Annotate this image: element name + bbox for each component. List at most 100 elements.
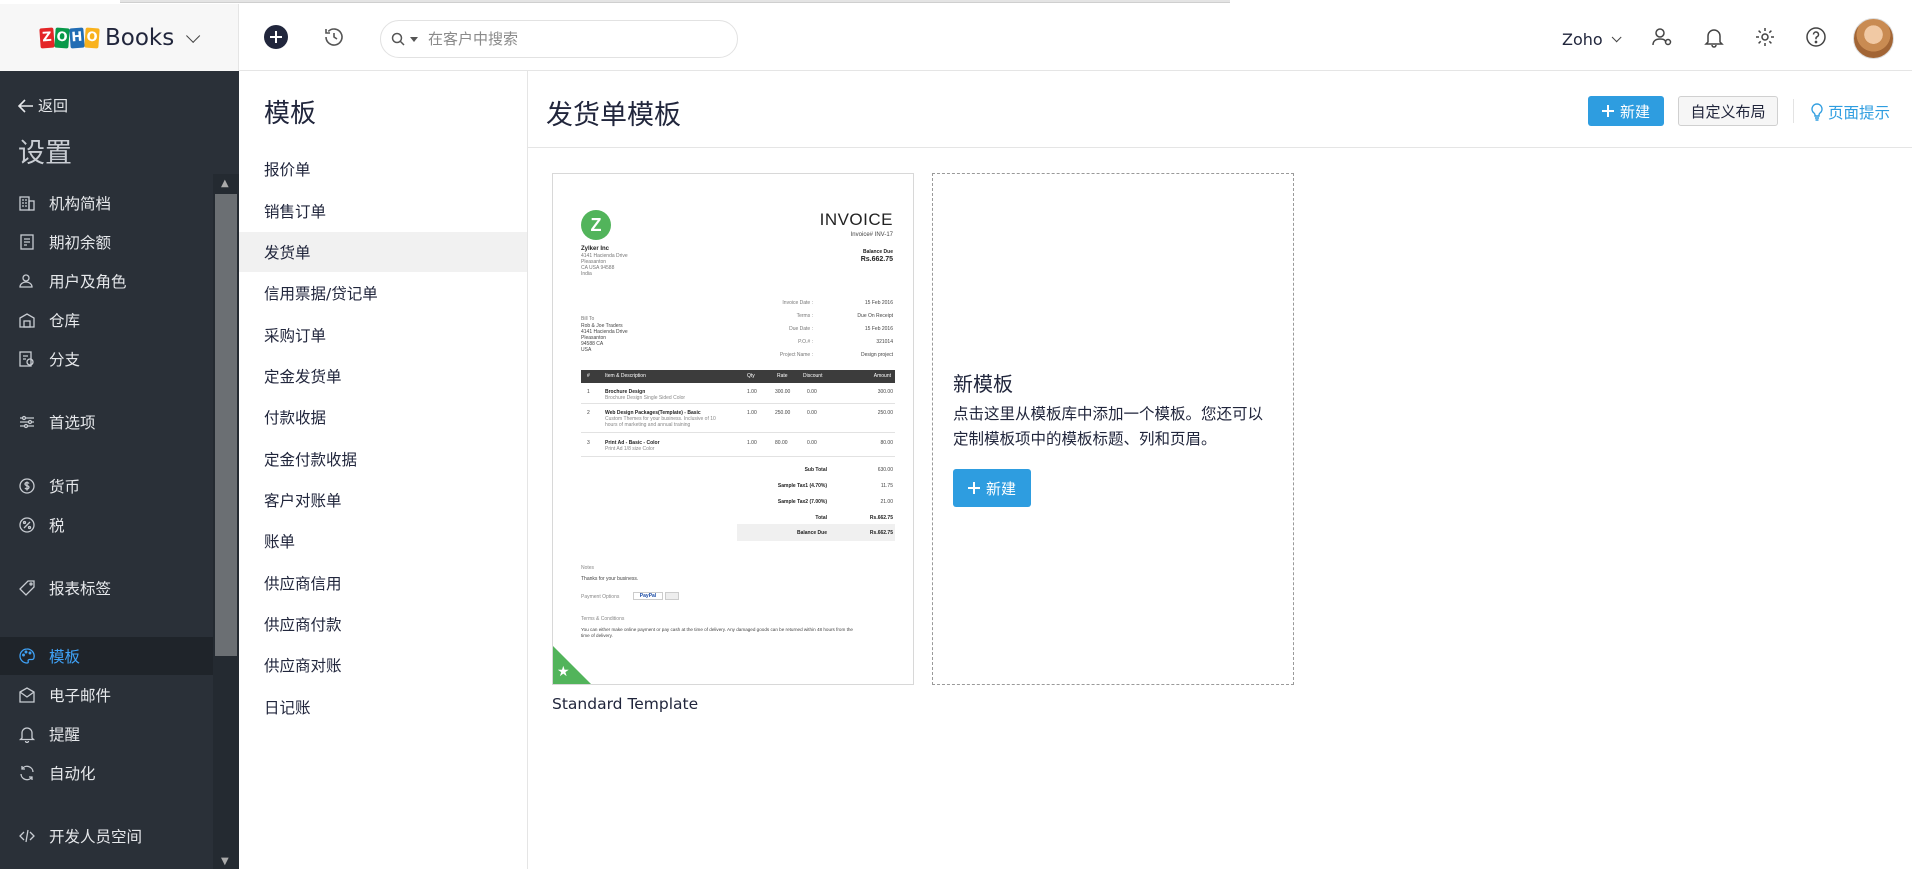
sidebar-scrollbar[interactable]: ▲ ▼ <box>213 174 239 869</box>
help-button[interactable] <box>1802 23 1830 51</box>
meta-label: Terms : <box>796 313 813 319</box>
submenu-item[interactable]: 定金发货单 <box>239 356 527 396</box>
submenu-item[interactable]: 客户对账单 <box>239 480 527 520</box>
palette-icon <box>18 647 36 665</box>
sliders-icon <box>18 413 36 431</box>
notifications-button[interactable] <box>1700 23 1728 51</box>
search-input[interactable] <box>428 30 668 48</box>
sidebar-item-label: 自动化 <box>49 765 96 783</box>
branch-icon <box>18 350 36 368</box>
sidebar-item-developer-space[interactable]: 开发人员空间 <box>0 817 213 855</box>
row-discount: 0.00 <box>807 440 817 446</box>
meta-value: 15 Feb 2016 <box>864 326 893 332</box>
sidebar-item-emails[interactable]: 电子邮件 <box>0 676 213 714</box>
submenu-item[interactable]: 供应商信用 <box>239 563 527 603</box>
submenu-item[interactable]: 信用票据/贷记单 <box>239 273 527 313</box>
submenu-item[interactable]: 报价单 <box>239 149 527 189</box>
main-header: 发货单模板 新建 自定义布局 页面提示 <box>528 71 1912 148</box>
row-qty: 1.00 <box>747 389 757 395</box>
row-divider <box>581 432 895 433</box>
submenu-item[interactable]: 日记账 <box>239 687 527 727</box>
app-switcher[interactable]: Z O H O Books <box>0 4 239 71</box>
submenu-item-active[interactable]: 发货单 <box>239 232 527 272</box>
brand-name: Books <box>105 24 175 51</box>
col-qty: Qty <box>747 373 755 379</box>
sidebar-item-taxes[interactable]: 税 <box>0 506 213 544</box>
button-label: 新建 <box>985 479 1016 498</box>
sidebar-item-label: 货币 <box>49 478 81 496</box>
sidebar-item-branches[interactable]: 分支 <box>0 340 213 378</box>
referral-button[interactable] <box>1648 23 1676 51</box>
caret-up-icon[interactable]: ▲ <box>221 178 229 189</box>
submenu-item[interactable]: 销售订单 <box>239 191 527 231</box>
meta-value: 15 Feb 2016 <box>864 300 893 306</box>
search-scope-caret-icon[interactable] <box>410 36 418 42</box>
sidebar-item-currencies[interactable]: 货币 <box>0 467 213 505</box>
org-switcher[interactable]: Zoho <box>1562 30 1622 49</box>
history-icon <box>325 28 343 46</box>
global-search[interactable] <box>380 20 738 58</box>
back-link[interactable]: 返回 <box>18 95 68 116</box>
bell-icon <box>18 725 36 743</box>
settings-button[interactable] <box>1751 23 1779 51</box>
meta-value: Design project <box>861 352 893 358</box>
col-discount: Discount <box>803 373 823 379</box>
caret-down-icon[interactable]: ▼ <box>221 856 229 867</box>
sidebar-item-warehouses[interactable]: 仓库 <box>0 301 213 339</box>
submenu-item[interactable]: 供应商对账 <box>239 645 527 685</box>
sidebar-item-preferences[interactable]: 首选项 <box>0 403 213 441</box>
balance-due-value: Rs.662.75 <box>860 256 893 263</box>
credit-card-icon <box>665 592 679 600</box>
submenu-item[interactable]: 付款收据 <box>239 397 527 437</box>
sidebar-item-automation[interactable]: 自动化 <box>0 754 213 792</box>
user-avatar[interactable] <box>1853 18 1894 59</box>
sidebar-item-org-profile[interactable]: 机构简档 <box>0 184 213 222</box>
sidebar-item-templates[interactable]: 模板 <box>0 637 213 675</box>
submenu-item[interactable]: 采购订单 <box>239 315 527 355</box>
row-divider <box>581 403 895 404</box>
row-amount: 250.00 <box>877 410 893 416</box>
logo-letter: O <box>54 27 70 48</box>
submenu-item[interactable]: 定金付款收据 <box>239 439 527 479</box>
notes-label: Notes <box>581 565 595 571</box>
quick-create-button[interactable] <box>262 23 290 51</box>
building-icon <box>18 194 36 212</box>
meta-value: 321014 <box>876 339 893 345</box>
settings-sidebar: 返回 设置 机构简档 期初余额 用户及角色 仓库 分支 首选项 货币 税 报表标… <box>0 71 239 869</box>
new-template-button[interactable]: 新建 <box>1588 96 1664 126</box>
total-value: 21.00 <box>880 499 893 505</box>
submenu-item[interactable]: 账单 <box>239 521 527 561</box>
scrollbar-thumb[interactable] <box>215 194 237 656</box>
page-title: 发货单模板 <box>546 100 681 131</box>
logo-letter: H <box>69 27 85 48</box>
gear-icon <box>1756 28 1774 46</box>
row-discount: 0.00 <box>807 389 817 395</box>
row-qty: 1.00 <box>747 410 757 416</box>
submenu-item[interactable]: 供应商付款 <box>239 604 527 644</box>
page-tips-link[interactable]: 页面提示 <box>1810 101 1890 123</box>
invoice-preview: Z INVOICE Invoice# INV-17 Balance Due Rs… <box>553 174 913 684</box>
paypal-badge: PayPal <box>633 592 663 600</box>
row-desc: Brochure Design Single Sided Color <box>605 395 686 401</box>
recent-activity-button[interactable] <box>320 23 348 51</box>
sidebar-item-opening-balances[interactable]: 期初余额 <box>0 223 213 261</box>
row-rate: 80.00 <box>775 440 788 446</box>
code-icon <box>18 827 36 845</box>
new-template-card[interactable]: 新模板 点击这里从模板库中添加一个模板。您还可以定制模板项中的模板标题、列和页眉… <box>932 173 1294 685</box>
mail-icon <box>18 686 36 704</box>
sidebar-item-reporting-tags[interactable]: 报表标签 <box>0 569 213 607</box>
button-label: 新建 <box>1619 102 1650 121</box>
sidebar-item-users-roles[interactable]: 用户及角色 <box>0 262 213 300</box>
sidebar-item-reminders[interactable]: 提醒 <box>0 715 213 753</box>
logo-letter: Z <box>39 27 55 48</box>
total-value: Rs.662.75 <box>869 515 893 521</box>
new-template-title: 新模板 <box>953 372 1013 396</box>
new-template-card-button[interactable]: 新建 <box>953 469 1031 507</box>
sidebar-item-label: 提醒 <box>49 726 81 744</box>
custom-layout-button[interactable]: 自定义布局 <box>1678 96 1778 126</box>
sidebar-item-label: 期初余额 <box>49 234 112 252</box>
row-rate: 300.00 <box>775 389 791 395</box>
company-logo: Z <box>581 210 611 240</box>
header-divider <box>1793 99 1794 123</box>
standard-template-card[interactable]: Z INVOICE Invoice# INV-17 Balance Due Rs… <box>552 173 914 685</box>
